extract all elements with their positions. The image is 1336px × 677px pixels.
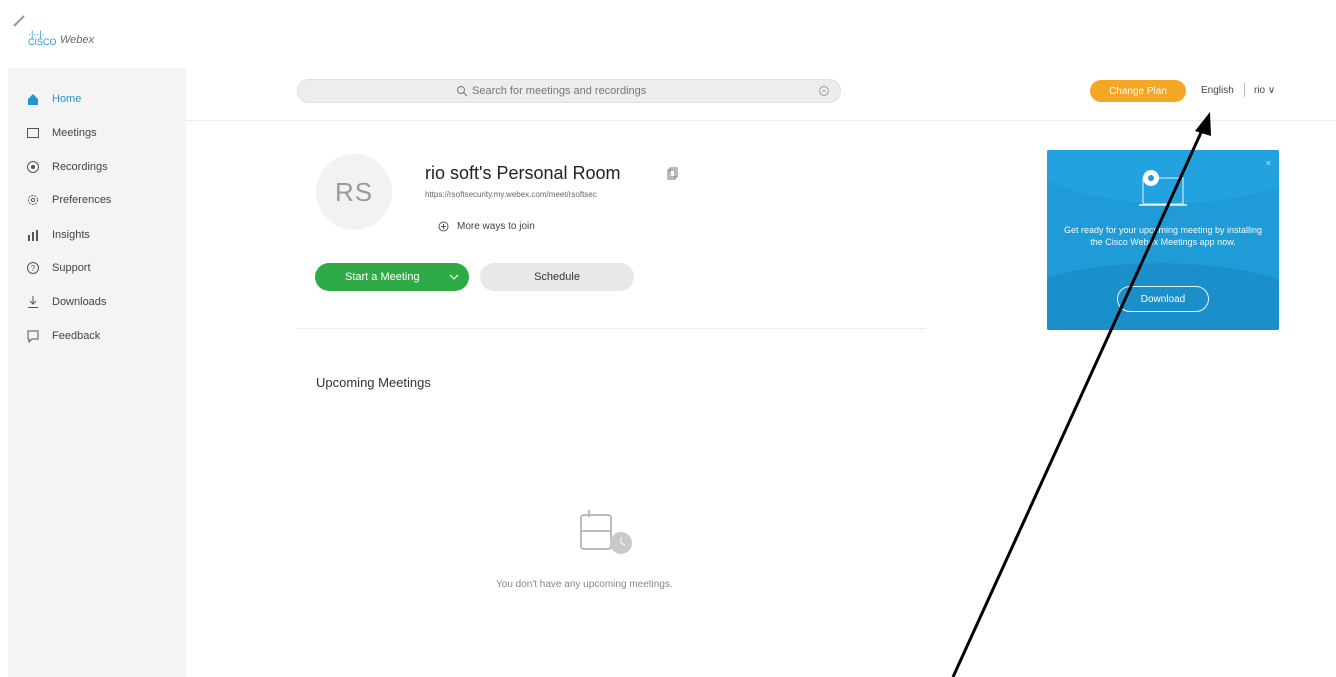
start-meeting-label: Start a Meeting bbox=[345, 271, 420, 283]
header-divider bbox=[186, 120, 1336, 121]
sidebar-item-label: Recordings bbox=[52, 161, 108, 173]
sidebar-item-label: Preferences bbox=[52, 194, 112, 206]
gear-icon bbox=[26, 193, 40, 207]
sidebar-item-label: Support bbox=[52, 262, 91, 274]
sidebar-item-label: Meetings bbox=[52, 127, 97, 139]
personal-room-title: rio soft's Personal Room bbox=[425, 163, 621, 183]
search-input[interactable]: Search for meetings and recordings bbox=[472, 85, 646, 97]
empty-calendar-icon bbox=[580, 510, 632, 554]
promo-message: Get ready for your upcoming meeting by i… bbox=[1063, 225, 1263, 247]
chevron-down-icon[interactable] bbox=[449, 272, 459, 282]
sidebar-item-label: Insights bbox=[52, 229, 90, 241]
laptop-icon bbox=[1139, 170, 1187, 206]
product-name: Webex bbox=[60, 34, 95, 46]
cisco-logo-text: CISCO bbox=[28, 37, 57, 47]
schedule-button[interactable]: Schedule bbox=[480, 263, 634, 291]
language-selector[interactable]: English bbox=[1201, 85, 1234, 96]
clear-search-icon[interactable] bbox=[818, 85, 830, 97]
download-button[interactable]: Download bbox=[1117, 286, 1209, 312]
sidebar-item-recordings[interactable]: Recordings bbox=[26, 158, 108, 176]
home-icon bbox=[26, 92, 40, 106]
header-separator bbox=[1244, 83, 1245, 97]
change-plan-button[interactable]: Change Plan bbox=[1090, 80, 1186, 102]
sidebar-item-label: Downloads bbox=[52, 296, 107, 308]
sidebar-item-label: Feedback bbox=[52, 330, 101, 342]
sidebar-item-downloads[interactable]: Downloads bbox=[26, 293, 106, 311]
sidebar-item-meetings[interactable]: Meetings bbox=[26, 124, 97, 142]
download-app-promo: × Get ready for your upcoming meeting by… bbox=[1047, 150, 1279, 330]
upcoming-meetings-title: Upcoming Meetings bbox=[316, 375, 431, 390]
plus-circle-icon bbox=[438, 221, 449, 232]
sidebar-item-insights[interactable]: Insights bbox=[26, 226, 90, 244]
search-bar[interactable]: Search for meetings and recordings bbox=[297, 79, 841, 103]
sidebar-item-home[interactable]: Home bbox=[26, 90, 81, 108]
avatar: RS bbox=[316, 154, 392, 230]
user-menu[interactable]: rio ∨ bbox=[1254, 85, 1275, 96]
close-icon[interactable]: × bbox=[1266, 158, 1271, 168]
more-ways-label: More ways to join bbox=[457, 221, 535, 232]
personal-room-url[interactable]: https://rsoftsecurity.my.webex.com/meet/… bbox=[425, 190, 597, 199]
search-icon bbox=[457, 86, 468, 97]
more-ways-to-join-link[interactable]: More ways to join bbox=[438, 221, 535, 232]
section-divider bbox=[296, 328, 926, 329]
calendar-icon bbox=[26, 126, 40, 140]
empty-state-message: You don't have any upcoming meetings. bbox=[496, 579, 673, 590]
start-meeting-button[interactable]: Start a Meeting bbox=[315, 263, 469, 291]
sidebar-item-label: Home bbox=[52, 93, 82, 105]
copy-icon[interactable] bbox=[666, 167, 678, 181]
sidebar-item-preferences[interactable]: Preferences bbox=[26, 191, 111, 209]
download-icon bbox=[26, 295, 40, 309]
recording-icon bbox=[26, 160, 40, 174]
svg-text:?: ? bbox=[31, 264, 36, 273]
brand-logo: ·|··|· CISCO Webex bbox=[12, 12, 142, 52]
pen-icon bbox=[13, 15, 25, 27]
help-icon: ? bbox=[26, 261, 40, 275]
sidebar-item-feedback[interactable]: Feedback bbox=[26, 327, 100, 345]
feedback-icon bbox=[26, 329, 40, 343]
sidebar-item-support[interactable]: ? Support bbox=[26, 259, 91, 277]
chart-icon bbox=[26, 228, 40, 242]
